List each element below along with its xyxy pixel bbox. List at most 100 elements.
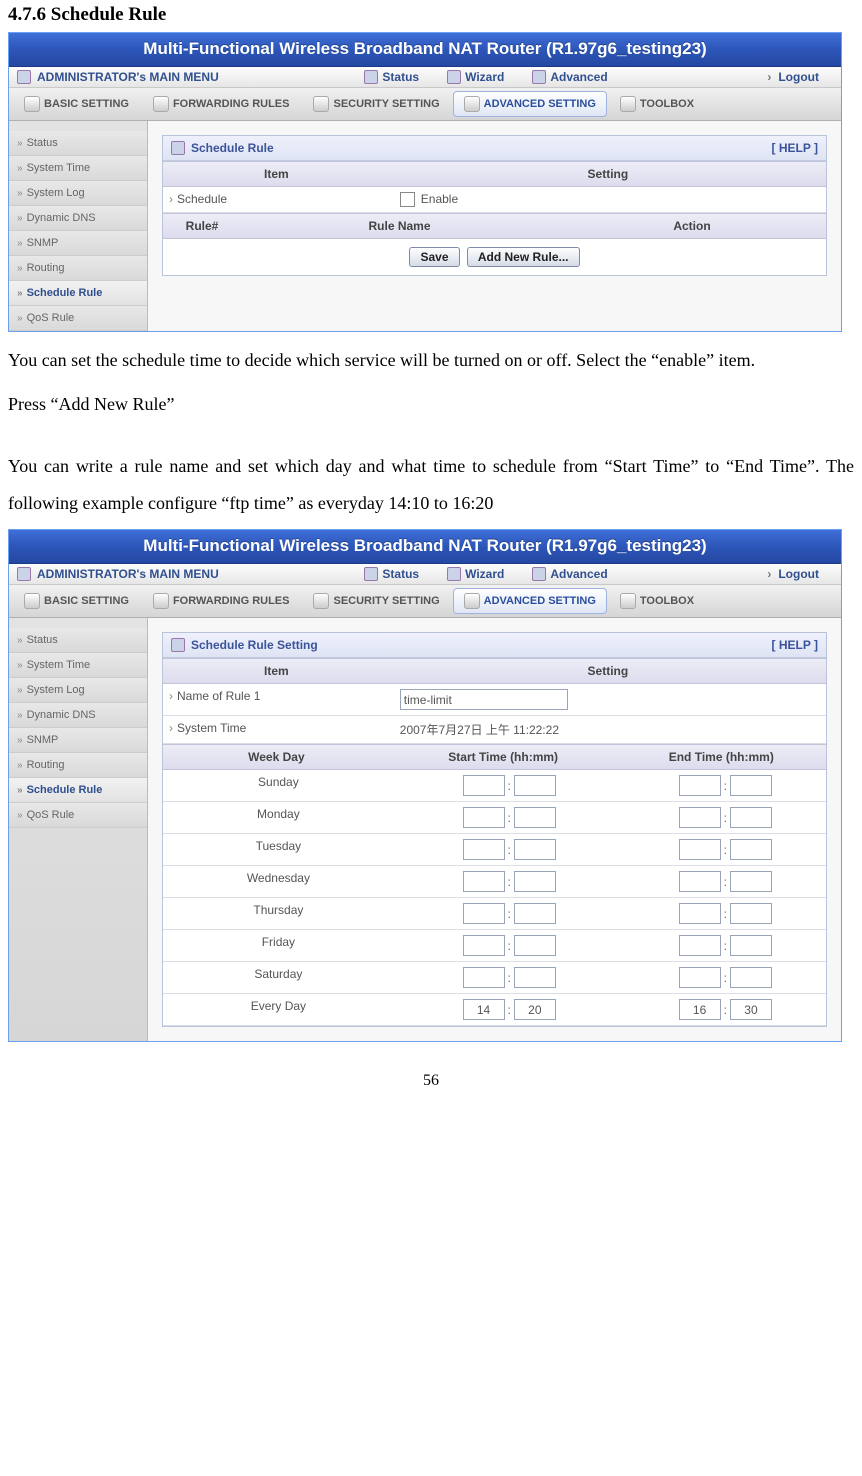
weekday-label: Sunday (163, 770, 394, 801)
schedule-day-row: Tuesday:: (163, 834, 826, 866)
weekday-label: Monday (163, 802, 394, 833)
tab-toolbox[interactable]: TOOLBOX (609, 588, 705, 614)
nav-status[interactable]: Status (364, 567, 419, 581)
tab-security-setting[interactable]: SECURITY SETTING (302, 91, 450, 117)
tab-security-setting[interactable]: SECURITY SETTING (302, 588, 450, 614)
weekday-label: Thursday (163, 898, 394, 929)
paragraph-2: Press “Add New Rule” (8, 386, 854, 424)
sidebar-item-schedule-rule[interactable]: »Schedule Rule (9, 778, 147, 803)
nav-logout[interactable]: Logout (767, 70, 819, 84)
end-min-input[interactable] (730, 999, 772, 1020)
nav-advanced[interactable]: Advanced (532, 567, 607, 581)
panel-icon (171, 141, 185, 155)
schedule-day-row: Every Day:: (163, 994, 826, 1026)
end-hour-input[interactable] (679, 967, 721, 988)
banner-title: Multi-Functional Wireless Broadband NAT … (9, 33, 841, 67)
tab-toolbox[interactable]: TOOLBOX (609, 91, 705, 117)
help-link[interactable]: [ HELP ] (772, 141, 818, 155)
tab-basic-setting[interactable]: BASIC SETTING (13, 91, 140, 117)
end-hour-input[interactable] (679, 807, 721, 828)
weekday-label: Every Day (163, 994, 394, 1025)
help-link[interactable]: [ HELP ] (772, 638, 818, 652)
end-hour-input[interactable] (679, 903, 721, 924)
schedule-day-row: Monday:: (163, 802, 826, 834)
end-hour-input[interactable] (679, 871, 721, 892)
start-min-input[interactable] (514, 999, 556, 1020)
wizard-icon (447, 567, 461, 581)
start-hour-input[interactable] (463, 935, 505, 956)
sidebar-item-schedule-rule[interactable]: »Schedule Rule (9, 281, 147, 306)
end-min-input[interactable] (730, 839, 772, 860)
end-min-input[interactable] (730, 903, 772, 924)
sidebar-item-routing[interactable]: »Routing (9, 753, 147, 778)
weekday-label: Friday (163, 930, 394, 961)
save-button[interactable]: Save (409, 247, 459, 267)
sidebar-item-status[interactable]: »Status (9, 131, 147, 156)
add-new-rule-button[interactable]: Add New Rule... (467, 247, 580, 267)
end-hour-input[interactable] (679, 999, 721, 1020)
nav-status[interactable]: Status (364, 70, 419, 84)
start-hour-input[interactable] (463, 871, 505, 892)
start-hour-input[interactable] (463, 903, 505, 924)
end-min-input[interactable] (730, 871, 772, 892)
end-min-input[interactable] (730, 935, 772, 956)
rule-name-input[interactable] (400, 689, 568, 710)
sidebar-item-system-log[interactable]: »System Log (9, 181, 147, 206)
sidebar-2: »Status »System Time »System Log »Dynami… (9, 618, 148, 1041)
start-hour-input[interactable] (463, 967, 505, 988)
start-min-input[interactable] (514, 807, 556, 828)
start-min-input[interactable] (514, 871, 556, 892)
toolbox-icon (620, 96, 636, 112)
sidebar-item-snmp[interactable]: »SNMP (9, 231, 147, 256)
sidebar-item-snmp[interactable]: »SNMP (9, 728, 147, 753)
sidebar-item-routing[interactable]: »Routing (9, 256, 147, 281)
start-min-input[interactable] (514, 967, 556, 988)
panel-title: Schedule Rule Setting (191, 638, 318, 652)
enable-checkbox[interactable] (400, 192, 415, 207)
panel-title: Schedule Rule (191, 141, 274, 155)
col-item: Item (163, 162, 390, 186)
schedule-day-row: Friday:: (163, 930, 826, 962)
menu-icon (17, 70, 31, 84)
sidebar-item-dynamic-dns[interactable]: »Dynamic DNS (9, 703, 147, 728)
nav-advanced[interactable]: Advanced (532, 70, 607, 84)
start-min-input[interactable] (514, 903, 556, 924)
sidebar-item-system-time[interactable]: »System Time (9, 653, 147, 678)
sidebar-item-qos-rule[interactable]: »QoS Rule (9, 306, 147, 331)
sidebar-item-system-time[interactable]: »System Time (9, 156, 147, 181)
end-min-input[interactable] (730, 967, 772, 988)
schedule-day-row: Wednesday:: (163, 866, 826, 898)
schedule-rule-panel: Schedule Rule [ HELP ] Item Setting ›Sch… (162, 135, 827, 276)
enable-label: Enable (421, 192, 458, 206)
col-action: Action (558, 214, 826, 238)
end-hour-input[interactable] (679, 935, 721, 956)
nav-wizard[interactable]: Wizard (447, 567, 504, 581)
end-hour-input[interactable] (679, 839, 721, 860)
col-end-time: End Time (hh:mm) (617, 745, 826, 769)
tab-forwarding-rules[interactable]: FORWARDING RULES (142, 588, 301, 614)
start-min-input[interactable] (514, 775, 556, 796)
start-hour-input[interactable] (463, 839, 505, 860)
start-hour-input[interactable] (463, 807, 505, 828)
end-min-input[interactable] (730, 775, 772, 796)
nav-wizard[interactable]: Wizard (447, 70, 504, 84)
start-hour-input[interactable] (463, 999, 505, 1020)
col-item: Item (163, 659, 390, 683)
tab-forwarding-rules[interactable]: FORWARDING RULES (142, 91, 301, 117)
start-min-input[interactable] (514, 839, 556, 860)
sidebar-item-system-log[interactable]: »System Log (9, 678, 147, 703)
sidebar-item-status[interactable]: »Status (9, 628, 147, 653)
sidebar-item-dynamic-dns[interactable]: »Dynamic DNS (9, 206, 147, 231)
tab-advanced-setting[interactable]: ADVANCED SETTING (453, 588, 607, 614)
start-hour-input[interactable] (463, 775, 505, 796)
sidebar-item-qos-rule[interactable]: »QoS Rule (9, 803, 147, 828)
page-number: 56 (8, 1072, 854, 1090)
section-heading: 4.7.6 Schedule Rule (8, 4, 854, 26)
nav-logout[interactable]: Logout (767, 567, 819, 581)
end-hour-input[interactable] (679, 775, 721, 796)
wizard-icon (447, 70, 461, 84)
tab-advanced-setting[interactable]: ADVANCED SETTING (453, 91, 607, 117)
start-min-input[interactable] (514, 935, 556, 956)
end-min-input[interactable] (730, 807, 772, 828)
tab-basic-setting[interactable]: BASIC SETTING (13, 588, 140, 614)
